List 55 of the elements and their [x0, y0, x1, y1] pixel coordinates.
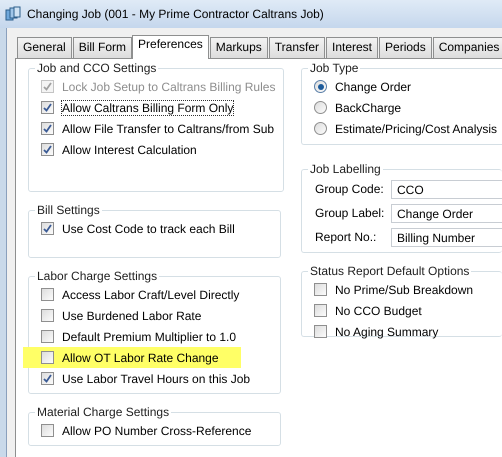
tab[interactable]: Transfer	[268, 37, 325, 58]
checkbox-label[interactable]: Use Burdened Labor Rate	[62, 308, 202, 322]
tab[interactable]: General	[17, 37, 72, 58]
field-label: Group Code:	[315, 182, 385, 196]
documents-icon	[5, 6, 21, 22]
checkbox-label[interactable]: Allow Caltrans Billing Form Only	[62, 100, 234, 114]
checkbox-label[interactable]: Allow OT Labor Rate Change	[62, 350, 219, 364]
checkbox-label[interactable]: Default Premium Multiplier to 1.0	[62, 330, 236, 344]
checkbox-label[interactable]: Use Labor Travel Hours on this Job	[62, 372, 250, 386]
radio-label[interactable]: BackCharge	[335, 100, 402, 114]
text-field[interactable]: CCO	[391, 180, 502, 198]
field-label: Report No.:	[315, 230, 378, 244]
group-title: Material Charge Settings	[36, 405, 170, 419]
radio-label[interactable]: Estimate/Pricing/Cost Analysis	[335, 122, 498, 136]
tab[interactable]: Interest	[326, 37, 378, 58]
checkbox[interactable]	[41, 122, 54, 135]
checkbox[interactable]	[41, 222, 54, 235]
group-title: Job and CCO Settings	[36, 61, 158, 75]
tab[interactable]: Companies	[432, 37, 502, 58]
checkbox[interactable]	[314, 283, 327, 296]
checkbox[interactable]	[41, 372, 54, 385]
checkbox-label[interactable]: Allow Interest Calculation	[62, 142, 197, 156]
group-title: Status Report Default Options	[309, 264, 470, 278]
window-title: Changing Job (001 - My Prime Contractor Caltrans Job)	[27, 7, 324, 21]
checkbox-label[interactable]: No Aging Summary	[335, 324, 438, 338]
checkbox[interactable]	[314, 325, 327, 338]
checkbox[interactable]	[41, 101, 54, 114]
checkbox-label[interactable]: No CCO Budget	[335, 304, 422, 318]
checkbox[interactable]	[41, 424, 54, 437]
tab[interactable]: Periods	[379, 37, 432, 58]
tab[interactable]: Bill Form	[72, 37, 132, 58]
group-title: Bill Settings	[36, 203, 101, 217]
field-label: Group Label:	[315, 206, 386, 220]
radio-label[interactable]: Change Order	[335, 80, 412, 94]
checkbox[interactable]	[41, 309, 54, 322]
checkbox[interactable]	[41, 351, 54, 364]
checkbox-label[interactable]: Allow File Transfer to Caltrans/from Sub	[62, 122, 274, 136]
group-title: Job Type	[309, 61, 360, 75]
radio-button[interactable]	[314, 80, 327, 93]
text-field[interactable]: Change Order	[391, 204, 502, 222]
group-title: Labor Charge Settings	[36, 269, 158, 283]
tab[interactable]: Preferences	[132, 35, 209, 59]
checkbox[interactable]	[41, 143, 54, 156]
checkbox-label[interactable]: Use Cost Code to track each Bill	[62, 222, 235, 236]
radio-button[interactable]	[314, 122, 327, 135]
tab[interactable]: Markups	[210, 37, 268, 58]
checkbox[interactable]	[41, 288, 54, 301]
text-field[interactable]: Billing Number	[391, 228, 502, 246]
group-title: Job Labelling	[309, 162, 382, 176]
checkbox-label[interactable]: Allow PO Number Cross-Reference	[62, 424, 252, 438]
radio-button[interactable]	[314, 101, 327, 114]
checkbox[interactable]	[314, 304, 327, 317]
checkbox[interactable]	[41, 330, 54, 343]
checkbox-label[interactable]: No Prime/Sub Breakdown	[335, 282, 474, 296]
checkbox-label[interactable]: Access Labor Craft/Level Directly	[62, 288, 240, 302]
